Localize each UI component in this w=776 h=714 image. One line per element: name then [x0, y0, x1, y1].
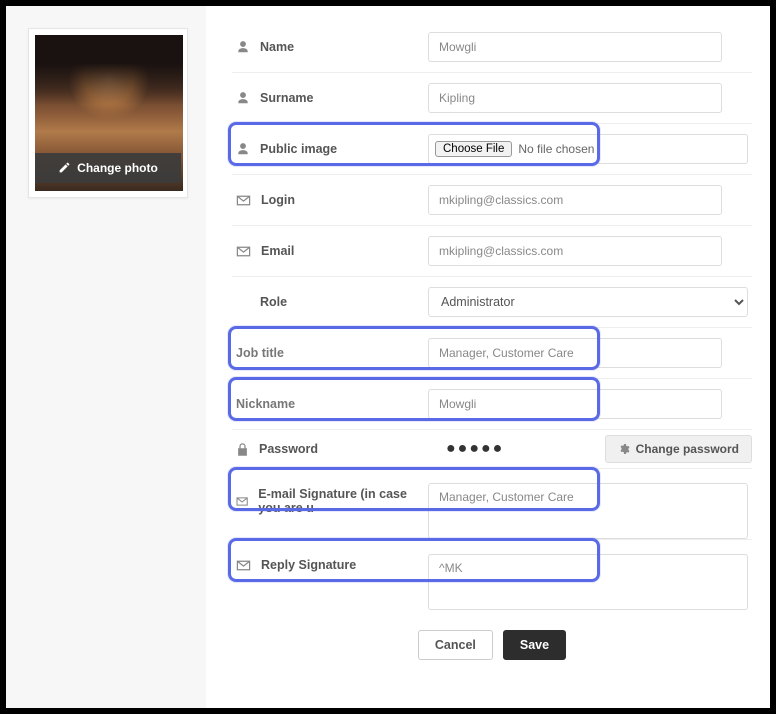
person-icon — [236, 40, 250, 54]
role-label-text: Role — [260, 295, 287, 309]
row-password: Password ●●●●● Change password — [232, 430, 752, 469]
change-password-label: Change password — [636, 442, 739, 456]
row-email: Email — [232, 226, 752, 277]
change-password-button[interactable]: Change password — [605, 435, 752, 463]
row-surname: Surname — [232, 73, 752, 124]
gear-icon — [618, 443, 630, 455]
row-login: Login — [232, 175, 752, 226]
row-reply-signature: Reply Signature ^MK — [232, 540, 752, 610]
login-input[interactable] — [428, 185, 722, 215]
choose-file-button[interactable]: Choose File — [435, 141, 512, 157]
label-email-signature: E-mail Signature (in case you are u — [236, 483, 428, 515]
main-form: Name Surname Public image C — [214, 6, 770, 708]
field-login — [428, 185, 748, 215]
label-surname: Surname — [236, 91, 428, 105]
row-name: Name — [232, 22, 752, 73]
change-photo-label: Change photo — [77, 161, 158, 175]
row-nickname: Nickname — [232, 379, 752, 430]
field-public-image: Choose File No file chosen — [428, 134, 748, 164]
pencil-icon — [58, 161, 71, 174]
mail-icon — [236, 246, 251, 257]
field-reply-signature: ^MK — [428, 554, 748, 610]
label-public-image: Public image — [236, 142, 428, 156]
footer-actions: Cancel Save — [232, 610, 752, 674]
change-photo-button[interactable]: Change photo — [35, 153, 181, 183]
file-status-text: No file chosen — [518, 142, 594, 156]
label-role: Role — [236, 295, 428, 309]
surname-label-text: Surname — [260, 91, 314, 105]
app-window: Change photo Name Surname — [0, 0, 776, 714]
job-title-input[interactable] — [428, 338, 722, 368]
mail-icon — [236, 195, 251, 206]
email-input[interactable] — [428, 236, 722, 266]
field-email — [428, 236, 748, 266]
mail-icon — [236, 496, 248, 507]
email-signature-label-text: E-mail Signature (in case you are u — [258, 487, 428, 515]
label-password: Password — [236, 442, 428, 457]
name-input[interactable] — [428, 32, 722, 62]
label-nickname: Nickname — [236, 397, 428, 411]
cancel-button[interactable]: Cancel — [418, 630, 493, 660]
name-label-text: Name — [260, 40, 294, 54]
label-job-title: Job title — [236, 346, 428, 360]
surname-input[interactable] — [428, 83, 722, 113]
save-button[interactable]: Save — [503, 630, 566, 660]
login-label-text: Login — [261, 193, 295, 207]
field-name — [428, 32, 748, 62]
label-name: Name — [236, 40, 428, 54]
file-input-wrap: Choose File No file chosen — [428, 134, 748, 164]
field-role: Administrator — [428, 287, 748, 317]
password-masked: ●●●●● — [428, 440, 504, 458]
row-public-image: Public image Choose File No file chosen — [232, 124, 752, 175]
nickname-label-text: Nickname — [236, 397, 295, 411]
email-signature-textarea[interactable]: Manager, Customer Care — [428, 483, 748, 539]
label-reply-signature: Reply Signature — [236, 554, 428, 572]
field-email-signature: Manager, Customer Care — [428, 483, 748, 539]
lock-icon — [236, 442, 249, 457]
nickname-input[interactable] — [428, 389, 722, 419]
person-icon — [236, 142, 250, 156]
row-email-signature: E-mail Signature (in case you are u Mana… — [232, 469, 752, 540]
row-job-title: Job title — [232, 328, 752, 379]
mail-icon — [236, 560, 251, 571]
sidebar: Change photo — [6, 6, 206, 708]
email-label-text: Email — [261, 244, 294, 258]
label-login: Login — [236, 193, 428, 207]
password-label-text: Password — [259, 442, 318, 456]
field-job-title — [428, 338, 748, 368]
public-image-label-text: Public image — [260, 142, 337, 156]
role-select[interactable]: Administrator — [428, 287, 748, 317]
person-icon — [236, 91, 250, 105]
reply-signature-label-text: Reply Signature — [261, 558, 356, 572]
field-surname — [428, 83, 748, 113]
label-email: Email — [236, 244, 428, 258]
profile-photo-card: Change photo — [28, 28, 188, 198]
job-title-label-text: Job title — [236, 346, 284, 360]
reply-signature-textarea[interactable]: ^MK — [428, 554, 748, 610]
row-role: Role Administrator — [232, 277, 752, 328]
field-nickname — [428, 389, 748, 419]
